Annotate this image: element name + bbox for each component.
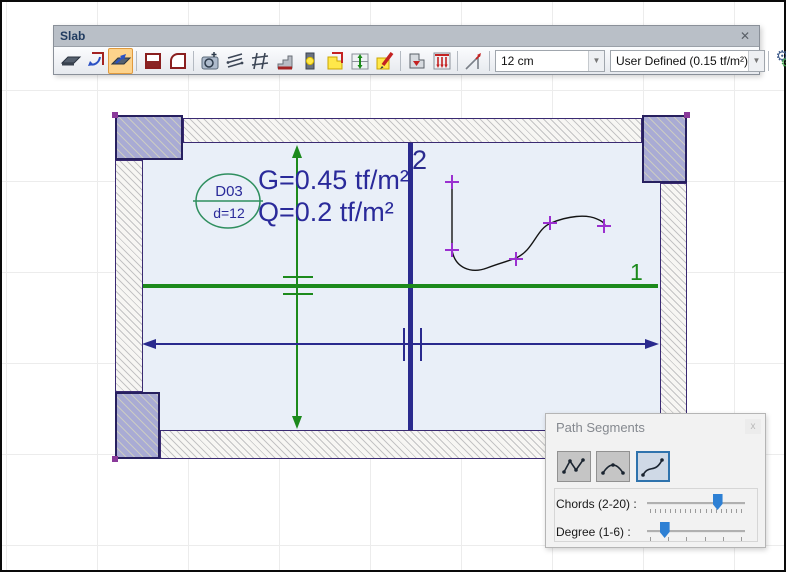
dimension-horizontal[interactable] xyxy=(142,328,659,361)
chords-slider[interactable] xyxy=(647,502,745,505)
surface-load-icon[interactable] xyxy=(429,48,454,74)
slab-toolbar-window: Slab ✕ xyxy=(53,25,760,75)
close-icon[interactable]: x xyxy=(745,419,761,434)
settings-gears-icon[interactable]: ⚙⚙ xyxy=(772,48,786,74)
corner-fillet-icon[interactable] xyxy=(165,48,190,74)
regions-icon[interactable] xyxy=(322,48,347,74)
arc-segment-button[interactable] xyxy=(596,451,630,482)
toolbar-separator xyxy=(489,51,490,71)
edit-region-icon[interactable] xyxy=(372,48,397,74)
slab-icon[interactable] xyxy=(58,48,83,74)
opening-icon[interactable] xyxy=(140,48,165,74)
column-light-icon[interactable] xyxy=(297,48,322,74)
window-title: Slab xyxy=(60,29,737,43)
polyline-segment-button[interactable] xyxy=(557,451,591,482)
slab-toolbar: 12 cm ▼ User Defined (0.15 tf/m²) ▼ ⚙⚙ xyxy=(54,47,759,74)
slab-titlebar[interactable]: Slab ✕ xyxy=(54,26,759,47)
load-combobox[interactable]: User Defined (0.15 tf/m²) ▼ xyxy=(610,50,765,72)
application-canvas: D03 d=12 G=0.45 tf/m² Q=0.2 tf/m² 2 1 Sl… xyxy=(0,0,786,572)
close-icon[interactable]: ✕ xyxy=(737,29,753,43)
chevron-down-icon[interactable]: ▼ xyxy=(588,51,604,71)
load-value: User Defined (0.15 tf/m²) xyxy=(611,54,748,68)
thickness-value: 12 cm xyxy=(496,54,588,68)
hatch-region-icon[interactable] xyxy=(247,48,272,74)
toolbar-separator xyxy=(136,51,137,71)
axis-2-label[interactable]: 2 xyxy=(412,147,427,174)
thickness-combobox[interactable]: 12 cm ▼ xyxy=(495,50,605,72)
slab-direction-icon[interactable] xyxy=(108,48,133,74)
axis-1-label[interactable]: 1 xyxy=(630,261,643,284)
toolbar-separator xyxy=(768,51,769,71)
chords-slider-ticks xyxy=(650,509,742,513)
toolbar-separator xyxy=(193,51,194,71)
degree-slider-ticks xyxy=(650,537,742,541)
panel-title: Path Segments xyxy=(556,420,645,435)
chords-label: Chords (2-20) : xyxy=(556,497,637,511)
spline-path[interactable] xyxy=(445,175,611,270)
import-boundary-icon[interactable] xyxy=(83,48,108,74)
dead-load-text[interactable]: G=0.45 tf/m² xyxy=(258,167,409,194)
spline-control-markers[interactable] xyxy=(445,175,611,266)
steps-icon[interactable] xyxy=(272,48,297,74)
span-direction-icon[interactable] xyxy=(347,48,372,74)
toolbar-separator xyxy=(400,51,401,71)
spline-segment-button[interactable] xyxy=(636,451,670,482)
slab-tag-name[interactable]: D03 xyxy=(204,184,254,199)
slope-line-icon[interactable] xyxy=(461,48,486,74)
degree-label: Degree (1-6) : xyxy=(556,525,631,539)
chevron-down-icon[interactable]: ▼ xyxy=(748,51,764,71)
slab-tag-thickness[interactable]: d=12 xyxy=(204,206,254,220)
drop-panel-icon[interactable] xyxy=(404,48,429,74)
match-slope-icon[interactable] xyxy=(222,48,247,74)
path-segments-panel: Path Segments x Chords (2-20) : Degree (… xyxy=(545,413,766,548)
drill-opening-icon[interactable] xyxy=(197,48,222,74)
live-load-text[interactable]: Q=0.2 tf/m² xyxy=(258,199,394,226)
axis-1-line[interactable] xyxy=(143,284,658,288)
degree-slider[interactable] xyxy=(647,530,745,533)
toolbar-separator xyxy=(457,51,458,71)
